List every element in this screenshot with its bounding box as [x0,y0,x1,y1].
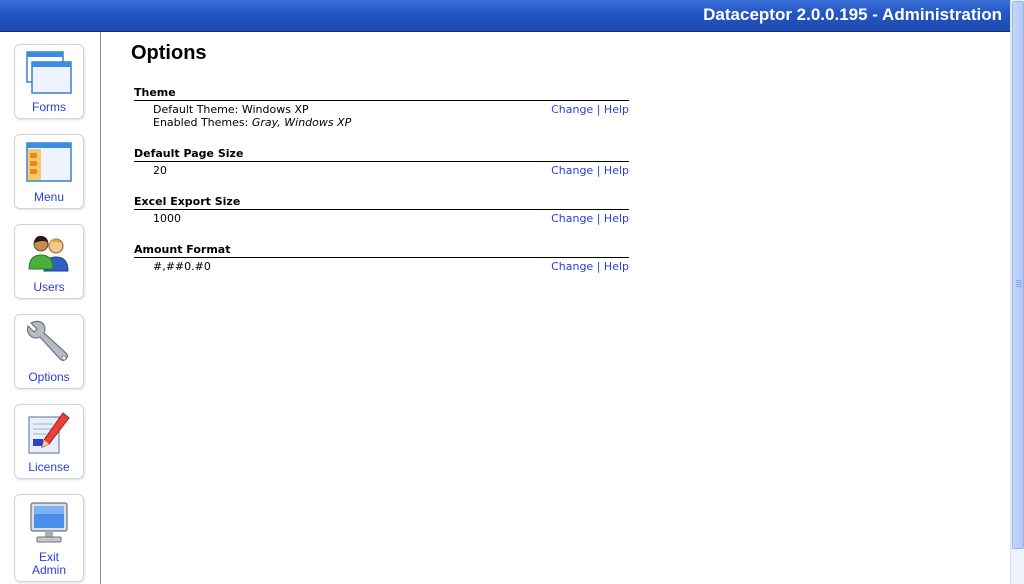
sidebar-item-label-line2: Admin [31,563,66,577]
sidebar-item-menu[interactable]: Menu [14,134,84,209]
link-separator: | [596,164,601,177]
change-link[interactable]: Change [551,260,593,273]
setting-row: 20 Change | Help [134,164,629,177]
action-links: Change | Help [551,260,629,273]
setting-row: 1000 Change | Help [134,212,629,225]
monitor-icon [30,502,68,543]
help-link[interactable]: Help [604,260,629,273]
setting-value: 20 [153,164,167,177]
sidebar-item-options[interactable]: Options [14,314,84,389]
section-heading: Amount Format [134,243,629,258]
sidebar-item-forms[interactable]: Forms [14,44,84,119]
setting-row: Enabled Themes: Gray, Windows XP [134,116,629,129]
change-link[interactable]: Change [551,164,593,177]
action-links: Change | Help [551,103,629,116]
action-links: Change | Help [551,164,629,177]
license-pen-icon [28,412,70,454]
sidebar-item-users[interactable]: Users [14,224,84,299]
menu-window-icon [26,142,72,182]
sidebar-item-license[interactable]: License [14,404,84,479]
sidebar-item-label: Options [28,370,70,384]
scrollbar-grip-icon [1016,280,1022,288]
help-link[interactable]: Help [604,164,629,177]
sidebar-item-label: Forms [32,100,66,114]
main-content: Options Theme Default Theme: Windows XP … [102,32,1010,584]
setting-value: 1000 [153,212,181,225]
setting-value: Windows XP [241,103,309,116]
page-title: Options [131,42,207,64]
app-title: Dataceptor 2.0.0.195 - Administration [703,5,1002,24]
help-link[interactable]: Help [604,212,629,225]
change-link[interactable]: Change [551,103,593,116]
sidebar-item-exit-admin[interactable]: Exit Admin [14,494,84,582]
wrench-icon [26,320,69,362]
setting-label: Default Theme: [153,103,239,116]
sidebar-item-label: Menu [33,190,65,204]
setting-text: Default Theme: Windows XP [153,103,309,116]
section-heading: Theme [134,86,629,101]
help-link[interactable]: Help [604,103,629,116]
users-icon [28,235,69,272]
action-links: Change | Help [551,212,629,225]
sidebar: Forms Menu Users Options License Exit Ad… [0,32,101,584]
setting-value: Gray, Windows XP [251,116,352,129]
setting-value: #,##0.#0 [153,260,211,273]
setting-label: Enabled Themes: [153,116,249,129]
forms-window-icon [26,51,72,94]
section-default-page-size: Default Page Size 20 Change | Help [134,147,629,177]
section-theme: Theme Default Theme: Windows XP Change |… [134,86,629,129]
section-heading: Default Page Size [134,147,629,162]
setting-text: Enabled Themes: Gray, Windows XP [153,116,351,129]
link-separator: | [596,103,601,116]
setting-row: Default Theme: Windows XP Change | Help [134,103,629,116]
scrollbar-thumb[interactable] [1012,1,1024,549]
section-heading: Excel Export Size [134,195,629,210]
sidebar-item-label: License [28,460,70,474]
link-separator: | [596,212,601,225]
link-separator: | [596,260,601,273]
section-amount-format: Amount Format #,##0.#0 Change | Help [134,243,629,273]
section-excel-export-size: Excel Export Size 1000 Change | Help [134,195,629,225]
change-link[interactable]: Change [551,212,593,225]
sidebar-item-label: Users [33,280,65,294]
setting-row: #,##0.#0 Change | Help [134,260,629,273]
vertical-scrollbar[interactable] [1010,0,1024,584]
title-bar: Dataceptor 2.0.0.195 - Administration [0,0,1010,32]
